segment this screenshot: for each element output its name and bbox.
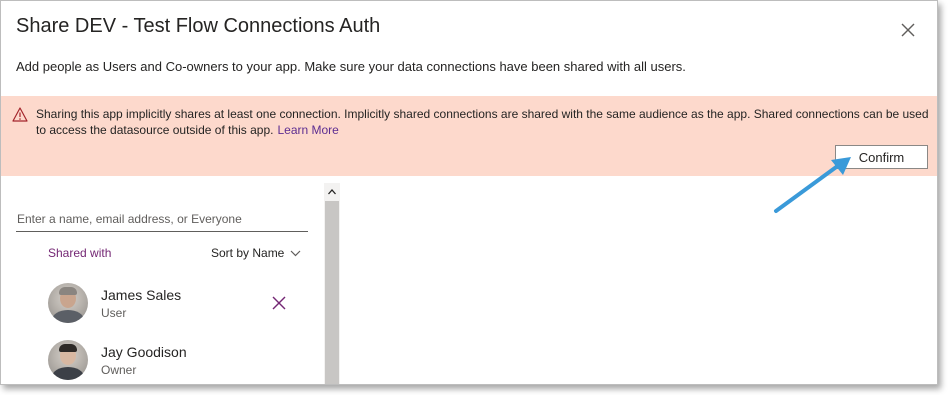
user-name: James Sales: [101, 287, 182, 303]
sort-dropdown[interactable]: Sort by Name: [211, 246, 301, 260]
learn-more-link[interactable]: Learn More: [277, 123, 338, 137]
warning-message: Sharing this app implicitly shares at le…: [36, 106, 936, 138]
remove-user-button[interactable]: [271, 295, 287, 311]
sort-label: Sort by Name: [211, 246, 285, 260]
chevron-down-icon: [290, 250, 301, 257]
search-input[interactable]: [16, 206, 308, 232]
close-button[interactable]: [897, 19, 919, 41]
share-dialog: Share DEV - Test Flow Connections Auth A…: [0, 0, 938, 385]
scrollbar[interactable]: [324, 183, 340, 384]
user-row[interactable]: James Sales User: [48, 283, 308, 327]
user-name: Jay Goodison: [101, 344, 187, 360]
avatar: [48, 283, 88, 323]
warning-banner: Sharing this app implicitly shares at le…: [1, 96, 937, 176]
dialog-title: Share DEV - Test Flow Connections Auth: [16, 15, 381, 37]
people-pane: Shared with Sort by Name James Sales Use…: [1, 176, 341, 384]
scroll-up-icon: [328, 189, 336, 195]
warning-icon: [12, 107, 28, 122]
scroll-thumb[interactable]: [325, 201, 339, 384]
avatar: [48, 340, 88, 380]
remove-user-icon: [272, 296, 286, 310]
user-role: User: [101, 306, 127, 320]
user-role: Owner: [101, 363, 137, 377]
shared-with-label: Shared with: [48, 246, 112, 260]
user-row[interactable]: Jay Goodison Owner: [48, 340, 308, 384]
warning-text: Sharing this app implicitly shares at le…: [36, 107, 929, 137]
close-icon: [901, 23, 915, 37]
scroll-up-button[interactable]: [324, 183, 340, 201]
dialog-subtitle: Add people as Users and Co-owners to you…: [16, 59, 686, 74]
confirm-button[interactable]: Confirm: [835, 145, 928, 169]
